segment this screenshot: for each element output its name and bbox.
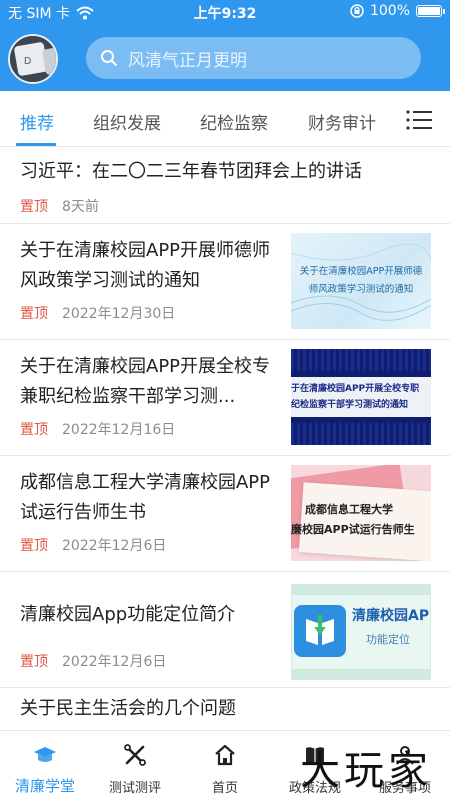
item-date: 2022年12月16日 <box>62 422 176 438</box>
thumbnail-caption-2: 功能定位 <box>366 633 410 646</box>
item-title: 关于在清廉校园APP开展全校专兼职纪检监察干部学习测... <box>20 356 271 407</box>
thumbnail-caption-1: 清廉校园API <box>352 608 431 624</box>
item-thumbnail: 清廉校园API 功能定位 <box>291 584 431 680</box>
battery-icon <box>416 5 445 17</box>
tab-discipline[interactable]: 纪检监察 <box>200 109 268 134</box>
nav-study[interactable]: 清廉学堂 <box>0 737 90 797</box>
item-title: 关于在清廉校园APP开展师德师风政策学习测试的通知 <box>20 240 271 291</box>
keyboard-key-avatar-icon: D <box>10 36 56 82</box>
item-thumbnail: 关于在清廉校园APP开展师德师风政策学习测试的通知 <box>291 233 431 329</box>
list-item[interactable]: 成都信息工程大学清廉校园APP试运行告师生书 置顶 2022年12月6日 成都信… <box>0 456 450 572</box>
nav-home[interactable]: 首页 <box>180 737 270 797</box>
item-thumbnail: 于在清廉校园APP开展全校专职 纪检监察干部学习测试的通知 <box>291 349 431 445</box>
nav-test[interactable]: 测试测评 <box>90 737 180 797</box>
svg-text:D: D <box>24 56 31 67</box>
search-icon <box>101 50 117 66</box>
battery-percent: 100% <box>369 3 410 19</box>
avatar[interactable]: D <box>8 34 58 84</box>
list-item[interactable]: 关于民主生活会的几个问题 <box>0 688 450 730</box>
pinned-badge: 置顶 <box>20 306 48 322</box>
list-item[interactable]: 清廉校园App功能定位简介 置顶 2022年12月6日 清廉校园API 功能定位 <box>0 572 450 688</box>
category-tabs: 推荐 组织发展 纪检监察 财务审计 <box>0 91 450 147</box>
search-placeholder: 风清气正月更明 <box>128 50 247 71</box>
pinned-badge: 置顶 <box>20 654 48 670</box>
tab-organization[interactable]: 组织发展 <box>93 109 161 134</box>
thumbnail-caption-1: 于在清廉校园APP开展全校专职 <box>291 384 420 394</box>
nav-label: 清廉学堂 <box>14 777 75 795</box>
home-icon <box>215 744 235 766</box>
status-bar: 无 SIM 卡 上午9:32 100% <box>0 0 450 24</box>
news-list: 习近平：在二〇二三年春节团拜会上的讲话 置顶 8天前 关于在清廉校园APP开展师… <box>0 147 450 730</box>
menu-list-icon[interactable] <box>406 109 432 131</box>
item-date: 2022年12月30日 <box>62 306 176 322</box>
item-date: 8天前 <box>62 199 99 215</box>
nav-label: 首页 <box>211 781 238 796</box>
thumbnail-caption: 关于在清廉校园APP开展师德师风政策学习测试的通知 <box>299 266 423 295</box>
item-title: 习近平：在二〇二三年春节团拜会上的讲话 <box>20 161 362 182</box>
tab-recommend[interactable]: 推荐 <box>20 109 54 134</box>
rotation-lock-icon <box>350 4 364 18</box>
item-thumbnail: 成都信息工程大学 廉校园APP试运行告师生 <box>291 465 431 561</box>
app-header: 无 SIM 卡 上午9:32 100% D 风清气正月更明 <box>0 0 450 91</box>
nav-label: 测试测评 <box>108 781 161 796</box>
list-item[interactable]: 关于在清廉校园APP开展师德师风政策学习测试的通知 置顶 2022年12月30日… <box>0 224 450 340</box>
graduation-cap-icon <box>34 747 56 762</box>
active-tab-indicator <box>16 143 56 146</box>
search-input[interactable]: 风清气正月更明 <box>86 37 421 79</box>
app-logo-icon <box>294 605 346 657</box>
item-date: 2022年12月6日 <box>62 654 167 670</box>
pinned-badge: 置顶 <box>20 422 48 438</box>
item-title: 清廉校园App功能定位简介 <box>20 604 236 625</box>
list-item[interactable]: 习近平：在二〇二三年春节团拜会上的讲话 置顶 8天前 <box>0 147 450 224</box>
tools-icon <box>124 744 146 766</box>
list-item[interactable]: 关于在清廉校园APP开展全校专兼职纪检监察干部学习测... 置顶 2022年12… <box>0 340 450 456</box>
item-title: 成都信息工程大学清廉校园APP试运行告师生书 <box>20 472 271 523</box>
pinned-badge: 置顶 <box>20 199 48 215</box>
item-date: 2022年12月6日 <box>62 538 167 554</box>
tab-finance[interactable]: 财务审计 <box>308 109 376 134</box>
pinned-badge: 置顶 <box>20 538 48 554</box>
watermark-logo: 大玩家 <box>300 748 432 794</box>
thumbnail-caption-2: 纪检监察干部学习测试的通知 <box>291 400 409 410</box>
thumbnail-caption-2: 廉校园APP试运行告师生 <box>291 523 415 536</box>
item-title: 关于民主生活会的几个问题 <box>20 698 236 719</box>
thumbnail-caption-1: 成都信息工程大学 <box>305 503 393 516</box>
